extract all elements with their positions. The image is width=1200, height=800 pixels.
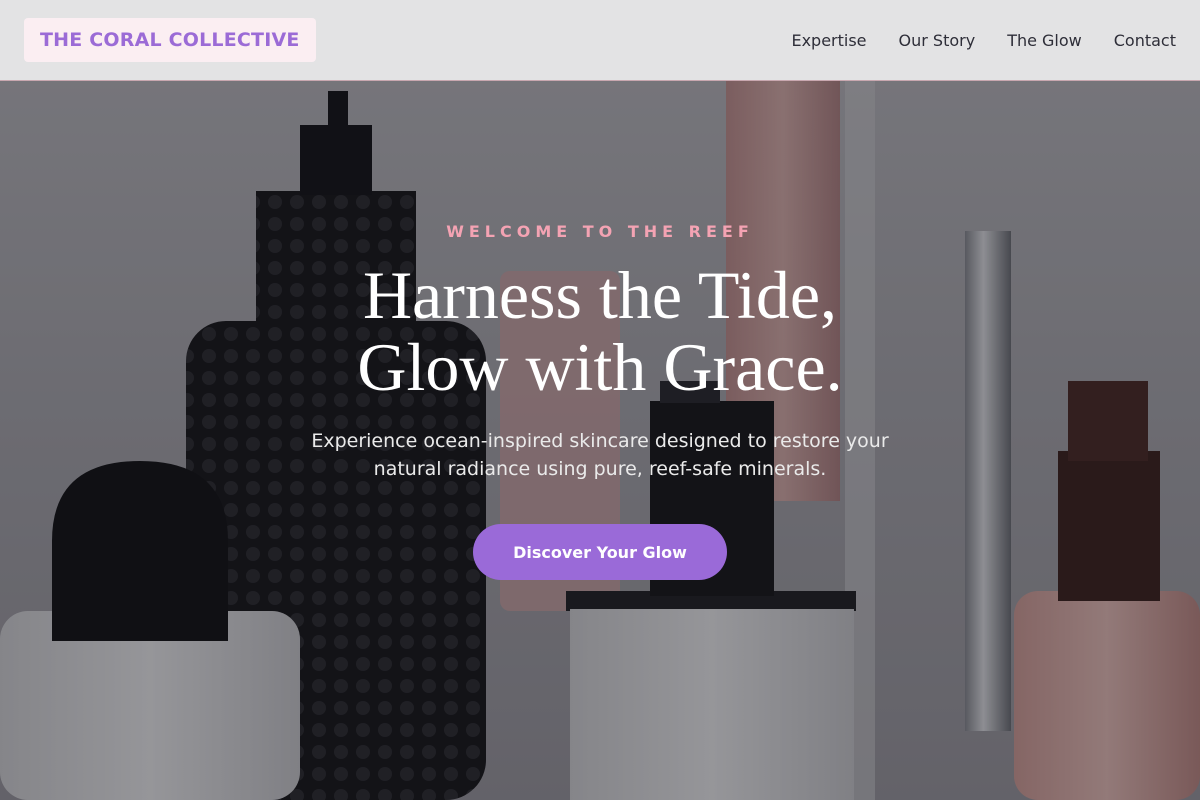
hero-subtext: Experience ocean-inspired skincare desig… bbox=[311, 430, 889, 480]
hero-content: WELCOME TO THE REEF Harness the Tide, Gl… bbox=[0, 81, 1200, 800]
nav-link-our-story[interactable]: Our Story bbox=[899, 31, 976, 50]
nav-link-the-glow[interactable]: The Glow bbox=[1007, 31, 1082, 50]
hero-headline-line-1: Harness the Tide, bbox=[362, 257, 838, 333]
nav-link-contact[interactable]: Contact bbox=[1114, 31, 1176, 50]
hero-headline-line-2: Glow with Grace. bbox=[357, 329, 843, 405]
nav-link-expertise[interactable]: Expertise bbox=[791, 31, 866, 50]
discover-glow-button[interactable]: Discover Your Glow bbox=[473, 524, 727, 580]
main-nav: Expertise Our Story The Glow Contact bbox=[791, 31, 1176, 50]
site-header: THE CORAL COLLECTIVE Expertise Our Story… bbox=[0, 0, 1200, 81]
hero-headline: Harness the Tide, Glow with Grace. bbox=[0, 259, 1200, 403]
hero-eyebrow: WELCOME TO THE REEF bbox=[446, 222, 754, 241]
hero-section: WELCOME TO THE REEF Harness the Tide, Gl… bbox=[0, 81, 1200, 800]
brand-logo[interactable]: THE CORAL COLLECTIVE bbox=[24, 18, 316, 62]
